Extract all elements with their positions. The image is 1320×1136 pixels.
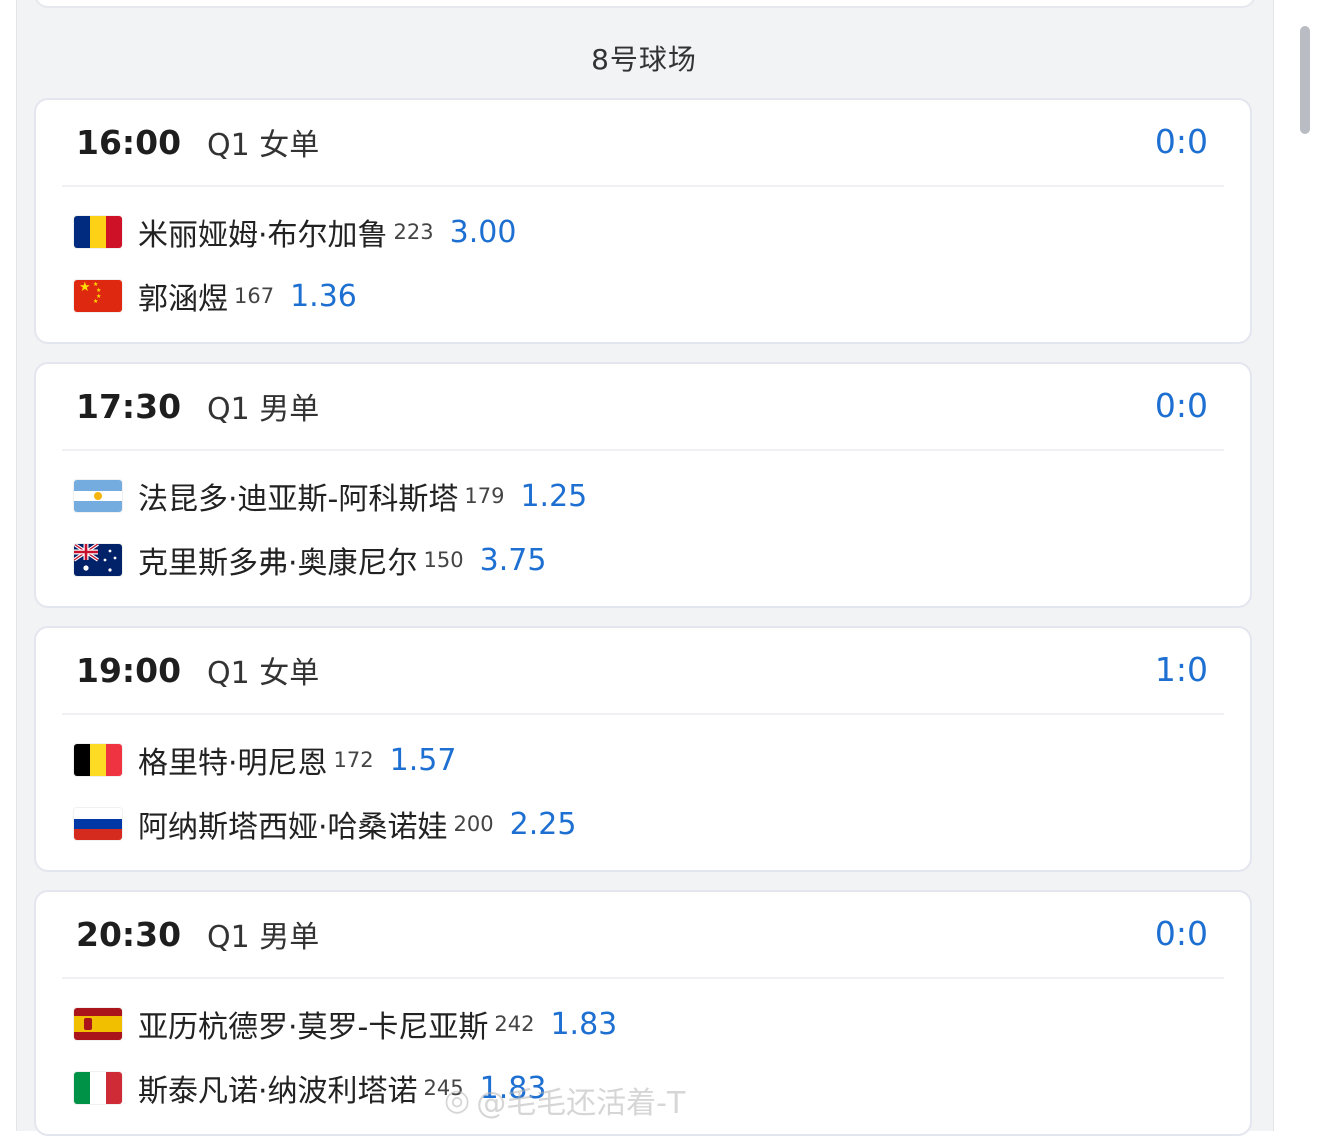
player-rank: 223: [393, 220, 434, 244]
player-odds: 1.25: [520, 478, 588, 514]
match-card[interactable]: 17:30 Q1 男单 0:0 法昆多·迪亚斯-阿科斯塔 179 1.25 克里…: [34, 362, 1252, 608]
australia-flag-icon: [74, 544, 122, 576]
player-row[interactable]: 克里斯多弗·奥康尼尔 150 3.75: [74, 540, 547, 581]
divider: [62, 449, 1224, 451]
player-row[interactable]: 阿纳斯塔西娅·哈桑诺娃 200 2.25: [74, 804, 577, 845]
match-round: Q1 男单: [207, 392, 320, 427]
player-name: 格里特·明尼恩: [138, 746, 328, 781]
divider: [62, 713, 1224, 715]
weibo-logo-icon: ◎: [444, 1082, 471, 1118]
player-odds: 3.00: [449, 214, 517, 250]
match-time: 16:00: [76, 122, 182, 162]
argentina-flag-icon: [74, 480, 122, 512]
match-time: 20:30: [76, 914, 182, 954]
court-title: 8号球场: [591, 43, 697, 76]
romania-flag-icon: [74, 216, 122, 248]
watermark-text: @毛毛还活着-T: [476, 1086, 686, 1121]
match-round: Q1 男单: [207, 920, 320, 955]
italy-flag-icon: [74, 1072, 122, 1104]
match-score: 0:0: [1154, 122, 1208, 161]
player-odds: 3.75: [479, 542, 547, 578]
player-name: 克里斯多弗·奥康尼尔: [138, 546, 418, 581]
scrollbar[interactable]: [1300, 26, 1310, 134]
match-card[interactable]: 19:00 Q1 女单 1:0 格里特·明尼恩 172 1.57 阿纳斯塔西娅·…: [34, 626, 1252, 872]
match-card[interactable]: 16:00 Q1 女单 0:0 米丽娅姆·布尔加鲁 223 3.00 ★ ★ ★…: [34, 98, 1252, 344]
watermark: ◎ @毛毛还活着-T: [444, 1078, 685, 1122]
player-rank: 200: [453, 812, 494, 836]
player-name: 阿纳斯塔西娅·哈桑诺娃: [138, 810, 448, 845]
match-header: 16:00 Q1 女单: [76, 122, 320, 164]
divider: [62, 185, 1224, 187]
player-row[interactable]: ★ ★ ★ ★ ★ 郭涵煜 167 1.36: [74, 276, 357, 317]
player-rank: 172: [333, 748, 374, 772]
player-name: 亚历杭德罗·莫罗-卡尼亚斯: [138, 1010, 489, 1045]
player-row[interactable]: 格里特·明尼恩 172 1.57: [74, 740, 457, 781]
match-header: 17:30 Q1 男单: [76, 386, 320, 428]
player-odds: 1.36: [290, 278, 357, 314]
china-flag-icon: ★ ★ ★ ★ ★: [74, 280, 122, 312]
spain-flag-icon: [74, 1008, 122, 1040]
player-name: 斯泰凡诺·纳波利塔诺: [138, 1074, 418, 1109]
previous-match-card[interactable]: [34, 0, 1256, 8]
match-time: 17:30: [76, 386, 182, 426]
match-header: 19:00 Q1 女单: [76, 650, 320, 692]
match-header: 20:30 Q1 男单: [76, 914, 320, 956]
player-odds: 1.57: [389, 742, 457, 778]
russia-flag-icon: [74, 808, 122, 840]
match-round: Q1 女单: [207, 656, 320, 691]
match-time: 19:00: [76, 650, 182, 690]
divider: [62, 977, 1224, 979]
player-row[interactable]: 法昆多·迪亚斯-阿科斯塔 179 1.25: [74, 476, 588, 517]
match-round: Q1 女单: [207, 128, 320, 163]
player-row[interactable]: 米丽娅姆·布尔加鲁 223 3.00: [74, 212, 517, 253]
belgium-flag-icon: [74, 744, 122, 776]
player-rank: 167: [234, 284, 275, 308]
match-score: 1:0: [1154, 650, 1208, 689]
player-row[interactable]: 亚历杭德罗·莫罗-卡尼亚斯 242 1.83: [74, 1004, 618, 1045]
player-odds: 2.25: [509, 806, 577, 842]
player-odds: 1.83: [550, 1006, 618, 1042]
match-score: 0:0: [1154, 914, 1208, 953]
player-name: 法昆多·迪亚斯-阿科斯塔: [138, 482, 459, 517]
player-rank: 150: [423, 548, 464, 572]
player-rank: 179: [464, 484, 505, 508]
player-name: 米丽娅姆·布尔加鲁: [138, 218, 388, 253]
player-rank: 242: [494, 1012, 535, 1036]
player-name: 郭涵煜: [138, 282, 228, 317]
match-score: 0:0: [1154, 386, 1208, 425]
